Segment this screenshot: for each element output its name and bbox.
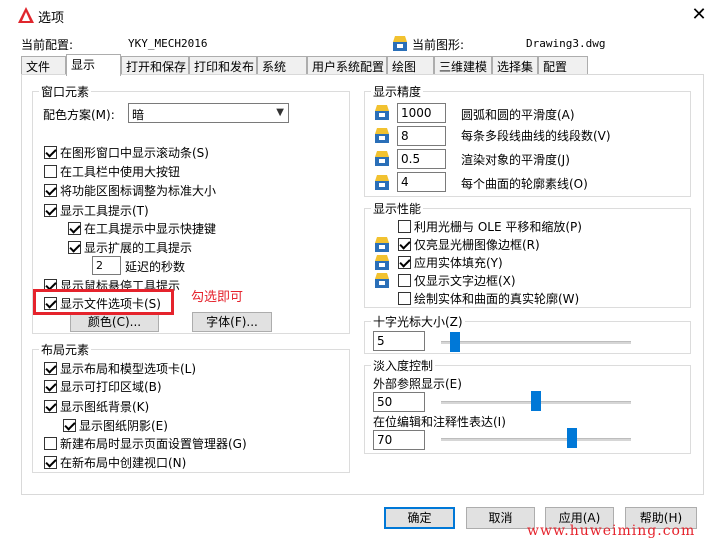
contour-lines-input[interactable]: 4: [397, 172, 446, 192]
window-title: 选项: [38, 11, 65, 26]
inplace-edit-fade-input[interactable]: 70: [373, 430, 425, 450]
layout-model-tabs-checkbox[interactable]: 显示布局和模型选项卡(L): [44, 359, 196, 377]
arc-smoothness-input[interactable]: 1000: [397, 103, 446, 123]
printable-area-checkbox[interactable]: 显示可打印区域(B): [44, 377, 162, 395]
chevron-down-icon: ▼: [276, 107, 284, 118]
checkbox-checked-icon: [44, 361, 57, 375]
tab-drafting[interactable]: 绘图: [387, 56, 434, 75]
current-drawing-label: 当前图形:: [412, 38, 465, 52]
inplace-edit-slider-track[interactable]: [441, 438, 631, 441]
checkbox-checked-icon: [44, 455, 57, 469]
tab-3d-modeling[interactable]: 三维建模: [434, 56, 492, 75]
contour-lines-label: 每个曲面的轮廓素线(O): [461, 177, 588, 191]
checkbox-checked-icon: [44, 399, 57, 413]
color-scheme-select[interactable]: 暗 ▼: [128, 103, 289, 123]
current-profile-label: 当前配置:: [21, 38, 74, 52]
colors-button[interactable]: 颜色(C)...: [70, 312, 159, 332]
tab-plot-publish[interactable]: 打印和发布: [189, 56, 257, 75]
crosshair-slider-track[interactable]: [441, 341, 631, 344]
crosshair-slider-thumb[interactable]: [450, 332, 460, 352]
inplace-edit-fade-label: 在位编辑和注释性表达(I): [373, 415, 506, 429]
raster-ole-pan-zoom-checkbox[interactable]: 利用光栅与 OLE 平移和缩放(P): [398, 217, 582, 235]
color-scheme-label: 配色方案(M):: [43, 108, 115, 122]
fade-control-title: 淡入度控制: [371, 357, 436, 374]
checkbox-checked-icon: [68, 221, 81, 235]
arc-smoothness-label: 圆弧和圆的平滑度(A): [461, 108, 575, 122]
window-elements-title: 窗口元素: [39, 83, 92, 100]
drawing-file-icon: [375, 105, 389, 120]
display-performance-title: 显示性能: [371, 200, 424, 217]
checkbox-checked-icon: [44, 203, 57, 217]
title-bar: [0, 0, 720, 32]
page-setup-manager-checkbox[interactable]: 新建布局时显示页面设置管理器(G): [44, 434, 247, 452]
drawing-file-icon: [375, 128, 389, 143]
paper-shadow-checkbox[interactable]: 显示图纸阴影(E): [63, 416, 168, 434]
checkbox-checked-icon: [44, 145, 57, 159]
raster-frame-only-checkbox[interactable]: 仅亮显光栅图像边框(R): [398, 235, 540, 253]
true-silhouettes-checkbox[interactable]: 绘制实体和曲面的真实轮廓(W): [398, 289, 579, 307]
tab-display[interactable]: 显示: [66, 54, 121, 76]
paper-background-checkbox[interactable]: 显示图纸背景(K): [44, 397, 149, 415]
close-icon[interactable]: ✕: [686, 3, 712, 27]
tooltip-delay-input[interactable]: 2: [92, 256, 121, 275]
drawing-file-icon: [375, 175, 389, 190]
checkbox-unchecked-icon: [398, 291, 411, 305]
create-viewport-checkbox[interactable]: 在新布局中创建视口(N): [44, 453, 186, 471]
drawing-file-icon: [393, 36, 407, 51]
tab-open-save[interactable]: 打开和保存: [121, 56, 189, 75]
highlight-box: [33, 289, 174, 315]
crosshair-size-input[interactable]: 5: [373, 331, 425, 351]
extended-tooltips-checkbox[interactable]: 显示扩展的工具提示: [68, 238, 192, 256]
checkbox-unchecked-icon: [398, 273, 411, 287]
solid-fill-checkbox[interactable]: 应用实体填充(Y): [398, 253, 503, 271]
render-smoothness-input[interactable]: 0.5: [397, 149, 446, 169]
show-scrollbars-checkbox[interactable]: 在图形窗口中显示滚动条(S): [44, 143, 209, 161]
ribbon-icons-standard-checkbox[interactable]: 将功能区图标调整为标准大小: [44, 181, 216, 199]
drawing-file-icon: [375, 151, 389, 166]
tab-profiles[interactable]: 配置: [538, 56, 588, 75]
drawing-file-icon: [375, 237, 389, 252]
xref-fade-label: 外部参照显示(E): [373, 377, 462, 391]
fonts-button[interactable]: 字体(F)...: [192, 312, 272, 332]
checkbox-checked-icon: [68, 240, 81, 254]
crosshair-size-title: 十字光标大小(Z): [371, 313, 465, 330]
text-frame-only-checkbox[interactable]: 仅显示文字边框(X): [398, 271, 516, 289]
tooltip-delay-label: 延迟的秒数: [125, 260, 186, 274]
checkbox-unchecked-icon: [398, 219, 411, 233]
polyline-segments-label: 每条多段线曲线的线段数(V): [461, 129, 611, 143]
xref-fade-input[interactable]: 50: [373, 392, 425, 412]
ok-button[interactable]: 确定: [384, 507, 455, 529]
color-scheme-value: 暗: [132, 108, 145, 122]
cancel-button[interactable]: 取消: [466, 507, 535, 529]
xref-fade-slider-thumb[interactable]: [531, 391, 541, 411]
checkbox-checked-icon: [398, 237, 411, 251]
render-smoothness-label: 渲染对象的平滑度(J): [461, 153, 570, 167]
layout-elements-title: 布局元素: [39, 341, 92, 358]
current-profile-value: YKY_MECH2016: [128, 37, 208, 50]
checkbox-checked-icon: [63, 418, 76, 432]
checkbox-checked-icon: [398, 255, 411, 269]
current-drawing-value: Drawing3.dwg: [526, 37, 606, 50]
watermark-text: www.huweiming.com: [527, 523, 696, 539]
checkbox-checked-icon: [44, 183, 57, 197]
checkbox-unchecked-icon: [44, 436, 57, 450]
tab-user-preferences[interactable]: 用户系统配置: [307, 56, 387, 75]
checkbox-unchecked-icon: [44, 164, 57, 178]
polyline-segments-input[interactable]: 8: [397, 126, 446, 146]
drawing-file-icon: [375, 273, 389, 288]
annotation-text: 勾选即可: [191, 290, 244, 305]
checkbox-checked-icon: [44, 379, 57, 393]
tab-selection[interactable]: 选择集: [492, 56, 538, 75]
display-resolution-title: 显示精度: [371, 83, 424, 100]
autocad-logo-icon: [18, 7, 34, 23]
tab-system[interactable]: 系统: [257, 56, 307, 75]
drawing-file-icon: [375, 255, 389, 270]
inplace-edit-slider-thumb[interactable]: [567, 428, 577, 448]
show-tooltips-checkbox[interactable]: 显示工具提示(T): [44, 201, 149, 219]
large-buttons-checkbox[interactable]: 在工具栏中使用大按钮: [44, 162, 180, 180]
tab-files[interactable]: 文件: [21, 56, 66, 75]
tooltip-shortcut-keys-checkbox[interactable]: 在工具提示中显示快捷键: [68, 219, 216, 237]
